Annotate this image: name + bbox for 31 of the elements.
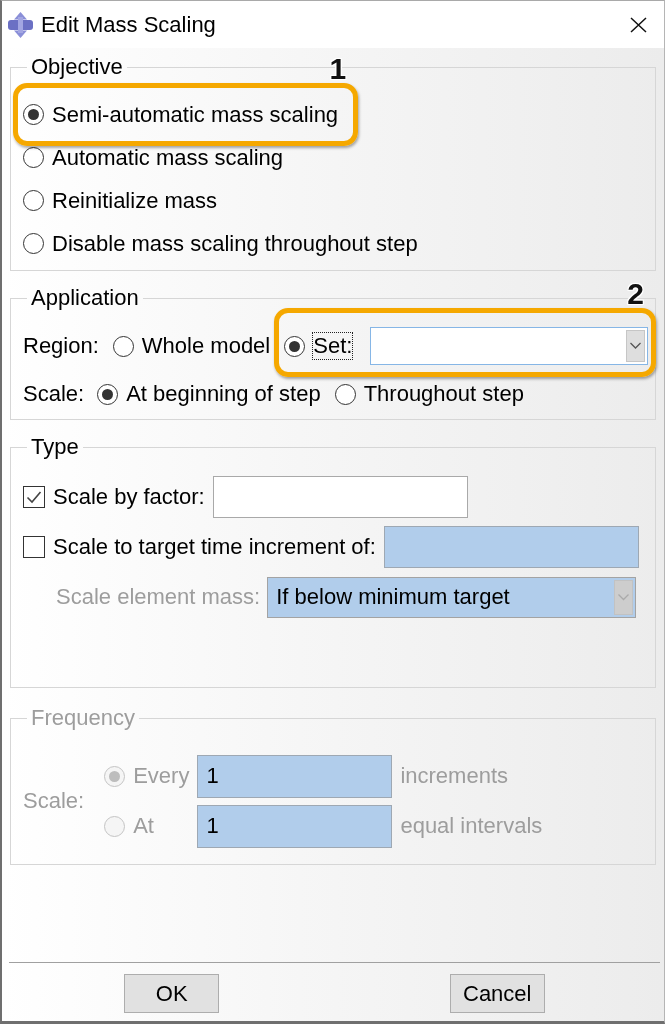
callout-number: 1 bbox=[329, 55, 347, 82]
cancel-button[interactable]: Cancel bbox=[449, 974, 545, 1013]
group-title: Objective bbox=[30, 55, 124, 79]
field-label: Scale: bbox=[23, 788, 85, 814]
app-icon bbox=[8, 11, 33, 38]
unit-label: equal intervals bbox=[400, 813, 543, 839]
text-field[interactable] bbox=[212, 476, 468, 518]
unit-label: increments bbox=[400, 763, 509, 789]
group-title: Application bbox=[30, 286, 140, 310]
radio-option[interactable]: At beginning of step bbox=[97, 381, 321, 407]
window-title: Edit Mass Scaling bbox=[41, 11, 217, 38]
chevron-down-icon bbox=[626, 330, 645, 362]
radio-option[interactable]: Disable mass scaling throughout step bbox=[23, 230, 418, 257]
radio-option[interactable]: Automatic mass scaling bbox=[23, 144, 284, 171]
checkbox-option[interactable]: Scale by factor: bbox=[23, 484, 205, 510]
field-label: Scale element mass: bbox=[56, 584, 261, 610]
checkbox-option[interactable]: Scale to target time increment of: bbox=[23, 534, 376, 560]
field-label: Region: bbox=[23, 333, 99, 359]
ok-button[interactable]: OK bbox=[124, 974, 220, 1013]
radio-option[interactable]: Reinitialize mass bbox=[23, 187, 218, 214]
close-icon[interactable] bbox=[630, 16, 647, 33]
dropdown[interactable] bbox=[370, 327, 648, 365]
field-label: Scale: bbox=[23, 381, 85, 407]
chevron-down-icon bbox=[614, 579, 633, 615]
radio-option[interactable]: Whole model bbox=[112, 333, 271, 359]
radio-option[interactable]: Semi-automatic mass scaling bbox=[23, 101, 339, 128]
group-title: Type bbox=[30, 435, 80, 459]
group-title: Frequency bbox=[30, 706, 136, 730]
radio-option[interactable]: Throughout step bbox=[334, 381, 524, 407]
radio-option[interactable]: Set: bbox=[284, 333, 353, 359]
callout-number: 2 bbox=[627, 281, 644, 307]
